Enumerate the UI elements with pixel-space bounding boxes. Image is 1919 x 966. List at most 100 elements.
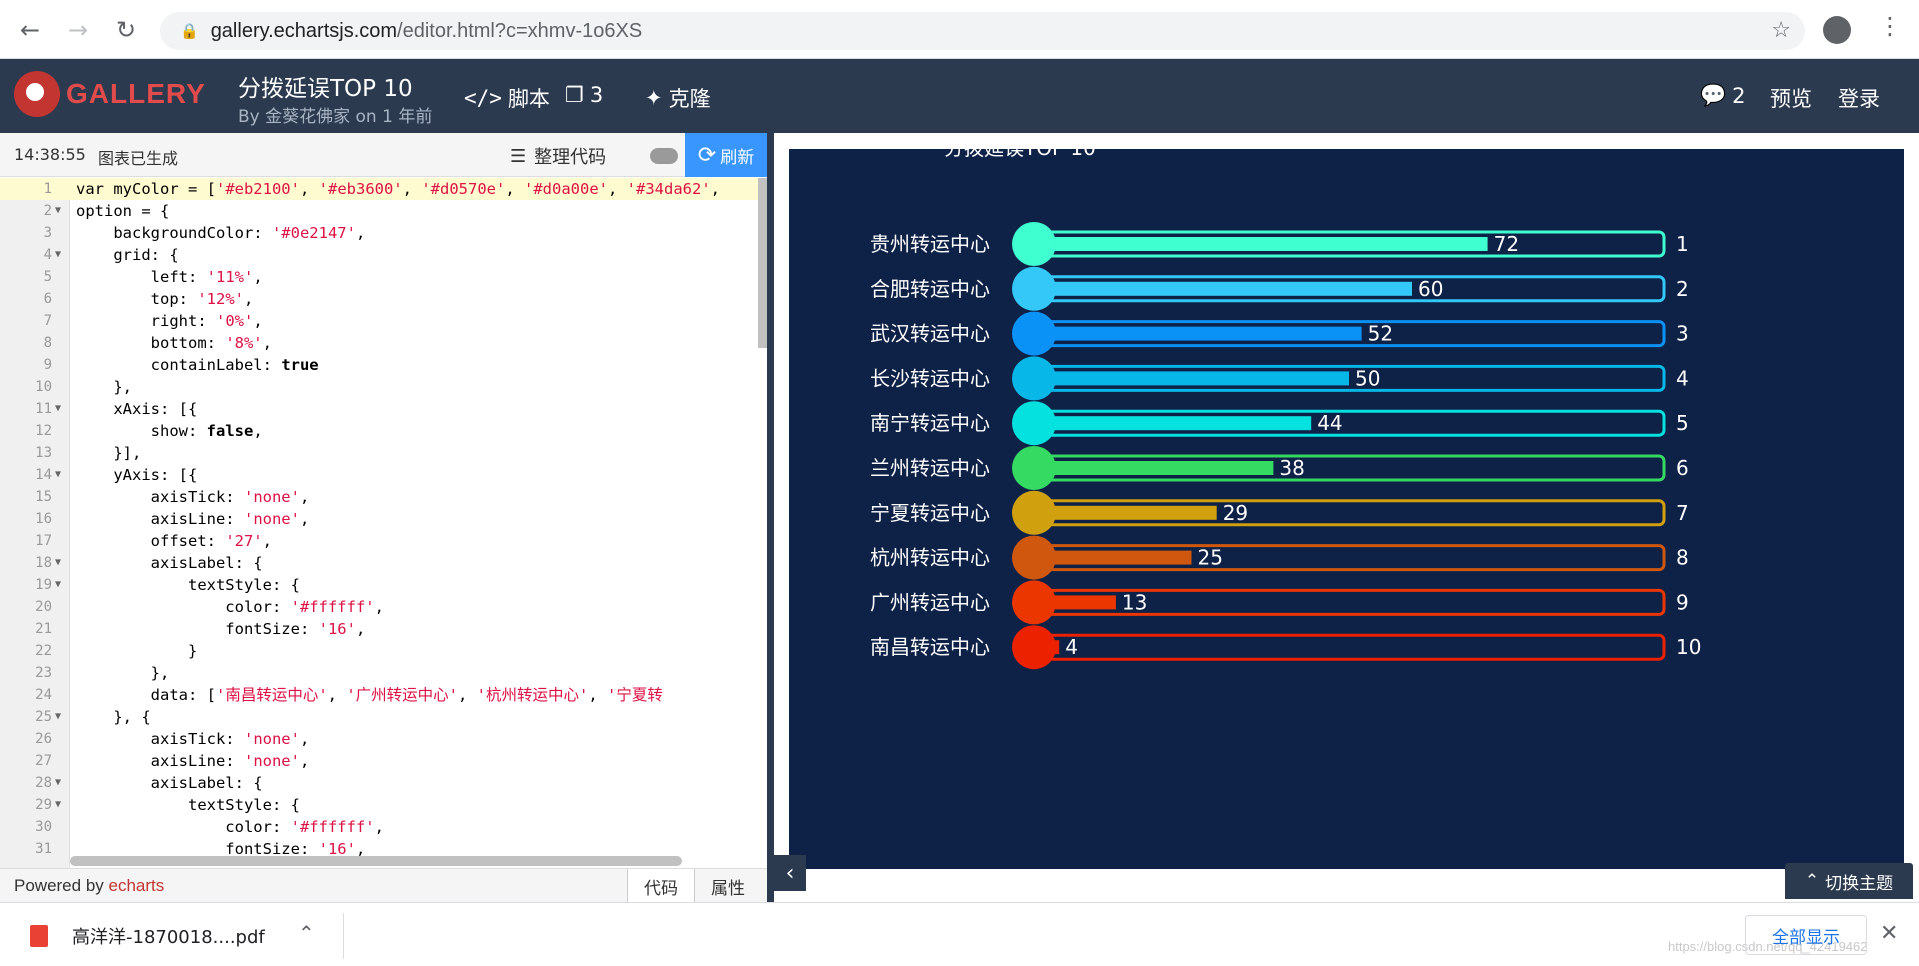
- code-line[interactable]: 10 },: [0, 376, 767, 398]
- fold-arrow-icon[interactable]: ▼: [55, 794, 61, 816]
- code-line[interactable]: 28 ▼ axisLabel: {: [0, 772, 767, 794]
- auto-run-toggle[interactable]: [650, 148, 678, 164]
- code-line[interactable]: 2 ▼ option = {: [0, 200, 767, 222]
- code-line[interactable]: 20 color: '#ffffff',: [0, 596, 767, 618]
- line-number: 31: [35, 841, 52, 857]
- code-line[interactable]: 19 ▼ textStyle: {: [0, 574, 767, 596]
- bar: [1034, 505, 1217, 520]
- login-link[interactable]: 登录: [1838, 83, 1880, 113]
- code-line[interactable]: 22 }: [0, 640, 767, 662]
- fold-arrow-icon[interactable]: ▼: [55, 464, 61, 486]
- fold-arrow-icon[interactable]: ▼: [55, 398, 61, 420]
- url-text: gallery.echartsjs.com/editor.html?c=xhmv…: [210, 19, 643, 42]
- fold-arrow-icon[interactable]: ▼: [55, 772, 61, 794]
- close-icon[interactable]: ✕: [1880, 921, 1898, 946]
- code-line[interactable]: 27 axisLine: 'none',: [0, 750, 767, 772]
- code-line[interactable]: 23 },: [0, 662, 767, 684]
- data-label: 72: [1494, 232, 1519, 256]
- code-line[interactable]: 13 }],: [0, 442, 767, 464]
- category-label: 兰州转运中心: [870, 456, 990, 480]
- editor-footer: Powered by echarts 代码 属性: [0, 868, 767, 903]
- pane-divider[interactable]: [767, 133, 774, 902]
- code-line[interactable]: 9 containLabel: true: [0, 354, 767, 376]
- code-editor[interactable]: 1 var myColor = ['#eb2100', '#eb3600', '#…: [0, 178, 767, 868]
- collapse-panel-button[interactable]: ‹: [774, 855, 806, 891]
- bar-dot: [1012, 356, 1056, 401]
- data-label: 29: [1223, 501, 1248, 525]
- line-number: 6: [43, 291, 52, 307]
- code-text: axisLabel: {: [76, 774, 263, 792]
- fold-arrow-icon[interactable]: ▼: [55, 574, 61, 596]
- bar-dot: [1012, 535, 1056, 580]
- fold-arrow-icon[interactable]: ▼: [55, 552, 61, 574]
- code-line[interactable]: 1 var myColor = ['#eb2100', '#eb3600', '#…: [0, 178, 767, 200]
- line-number: 8: [43, 335, 52, 351]
- show-all-button[interactable]: 全部显示: [1745, 915, 1867, 955]
- download-item[interactable]: 高洋洋-1870018....pdf: [72, 923, 265, 949]
- vertical-scrollbar[interactable]: [758, 178, 767, 348]
- code-line[interactable]: 30 color: '#ffffff',: [0, 816, 767, 838]
- line-number: 24: [35, 687, 52, 703]
- tab-properties[interactable]: 属性: [694, 869, 761, 903]
- code-line[interactable]: 15 axisTick: 'none',: [0, 486, 767, 508]
- code-text: },: [76, 664, 170, 682]
- code-text: axisTick: 'none',: [76, 488, 310, 506]
- fork-count-button[interactable]: ❐ 3: [565, 83, 603, 107]
- code-line[interactable]: 7 right: '0%',: [0, 310, 767, 332]
- fold-arrow-icon[interactable]: ▼: [55, 244, 61, 266]
- line-number: 10: [35, 379, 52, 395]
- fold-arrow-icon[interactable]: ▼: [55, 200, 61, 222]
- code-line[interactable]: 18 ▼ axisLabel: {: [0, 552, 767, 574]
- bookmark-star-icon[interactable]: ☆: [1771, 18, 1791, 43]
- category-label: 贵州转运中心: [870, 232, 990, 256]
- forward-arrow-icon[interactable]: →: [62, 14, 94, 46]
- code-line[interactable]: 16 axisLine: 'none',: [0, 508, 767, 530]
- code-line[interactable]: 4 ▼ grid: {: [0, 244, 767, 266]
- code-line[interactable]: 5 left: '11%',: [0, 266, 767, 288]
- bar-dot: [1012, 266, 1056, 311]
- line-number: 19: [35, 577, 52, 593]
- code-line[interactable]: 8 bottom: '8%',: [0, 332, 767, 354]
- clone-button[interactable]: ✦ 克隆: [645, 83, 711, 113]
- format-code-button[interactable]: ☰ 整理代码: [510, 143, 606, 169]
- back-arrow-icon[interactable]: ←: [14, 14, 46, 46]
- bar: [1034, 461, 1274, 475]
- bar: [1034, 371, 1349, 386]
- tab-code[interactable]: 代码: [627, 869, 694, 903]
- code-line[interactable]: 3 backgroundColor: '#0e2147',: [0, 222, 767, 244]
- line-number: 7: [43, 313, 52, 329]
- rank-label: 4: [1676, 366, 1689, 390]
- gallery-logo[interactable]: GALLERY: [14, 71, 206, 117]
- bar-dot: [1012, 490, 1056, 535]
- code-line[interactable]: 25 ▼ }, {: [0, 706, 767, 728]
- code-line[interactable]: 26 axisTick: 'none',: [0, 728, 767, 750]
- code-text: bottom: '8%',: [76, 334, 272, 352]
- powered-by: Powered by echarts: [14, 876, 165, 895]
- address-bar[interactable]: 🔒 gallery.echartsjs.com/editor.html?c=xh…: [160, 12, 1805, 50]
- comments-button[interactable]: 💬 2: [1700, 83, 1746, 108]
- code-text: axisTick: 'none',: [76, 730, 310, 748]
- code-line[interactable]: 12 show: false,: [0, 420, 767, 442]
- fold-arrow-icon[interactable]: ▼: [55, 706, 61, 728]
- code-line[interactable]: 14 ▼ yAxis: [{: [0, 464, 767, 486]
- code-line[interactable]: 11 ▼ xAxis: [{: [0, 398, 767, 420]
- refresh-button[interactable]: ⟳ 刷新: [685, 133, 767, 177]
- horizontal-scrollbar[interactable]: [70, 856, 682, 866]
- code-line[interactable]: 17 offset: '27',: [0, 530, 767, 552]
- code-line[interactable]: 24 data: ['南昌转运中心', '广州转运中心', '杭州转运中心', …: [0, 684, 767, 706]
- code-line[interactable]: 6 top: '12%',: [0, 288, 767, 310]
- data-label: 44: [1317, 411, 1342, 435]
- script-button[interactable]: </> 脚本: [464, 83, 550, 113]
- code-line[interactable]: 21 fontSize: '16',: [0, 618, 767, 640]
- echarts-link[interactable]: echarts: [109, 876, 165, 895]
- reload-icon[interactable]: ↻: [110, 14, 142, 46]
- switch-theme-button[interactable]: ⌃ 切换主题: [1785, 863, 1913, 899]
- chevron-up-icon[interactable]: ⌃: [298, 921, 315, 945]
- browser-menu-icon[interactable]: ⋮: [1878, 12, 1902, 40]
- rank-label: 3: [1676, 322, 1689, 346]
- code-text: right: '0%',: [76, 312, 263, 330]
- code-line[interactable]: 29 ▼ textStyle: {: [0, 794, 767, 816]
- code-text: axisLine: 'none',: [76, 510, 310, 528]
- preview-link[interactable]: 预览: [1770, 83, 1812, 113]
- profile-avatar-icon[interactable]: [1823, 16, 1851, 44]
